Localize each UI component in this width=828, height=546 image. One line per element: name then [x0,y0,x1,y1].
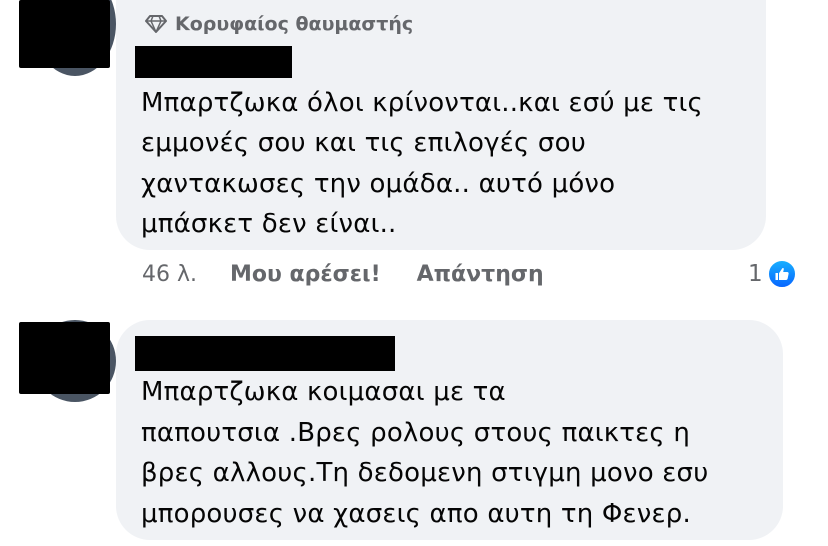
comment-line: παπουτσια .Βρες ρολους στους παικτες η [141,418,691,448]
reply-button[interactable]: Απάντηση [417,262,544,287]
comment-line: χαντακωσες την ομάδα.. αυτό μόνο [141,169,616,199]
timestamp[interactable]: 46 λ. [142,262,197,287]
badge-label: Κορυφαίος θαυμαστής [175,13,414,35]
avatar-redacted[interactable] [19,322,110,394]
like-button[interactable]: Μου αρέσει! [230,262,381,287]
comment-line: βρες αλλους.Τη δεδομενη στιγμη μονο εσυ [141,458,709,488]
top-fan-badge: Κορυφαίος θαυμαστής [145,13,413,35]
comment-line: εμμονές σου και τις επιλογές σου [141,128,586,158]
comment-meta: 46 λ. Μου αρέσει! Απάντηση [142,262,544,287]
avatar-redacted[interactable] [19,0,110,68]
reaction-count: 1 [748,261,763,287]
comment-line: Μπαρτζωκα όλοι κρίνονται..και εσύ με τις [141,88,703,118]
reaction-summary[interactable]: 1 [748,259,797,289]
diamond-icon [145,15,167,33]
comment-line: μπάσκετ δεν είναι.. [141,209,397,239]
like-icon [766,259,797,289]
comment-line: μπορουσες να χασεις απο αυτη τη Φενερ. [141,499,691,529]
comment-line: Μπαρτζωκα κοιμασαι με τα [141,377,506,407]
author-name-redacted[interactable] [135,336,395,371]
author-name-redacted[interactable] [135,46,292,78]
